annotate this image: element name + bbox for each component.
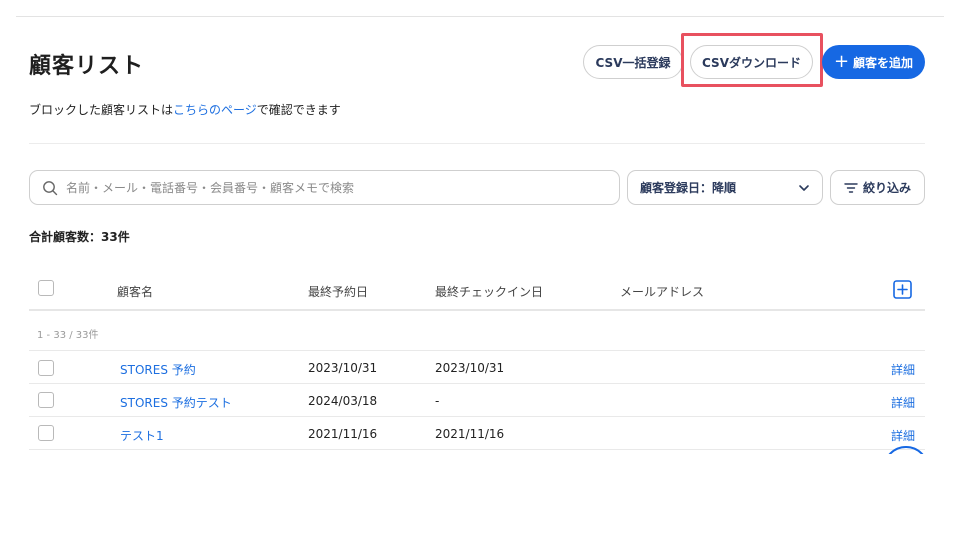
sort-select[interactable]: 顧客登録日：降順	[627, 170, 823, 205]
detail-link[interactable]: 詳細	[891, 394, 915, 411]
last-checkin-date: 2021/11/16	[435, 427, 505, 441]
last-booking-date: 2023/10/31	[308, 361, 378, 375]
column-header-email[interactable]: メールアドレス	[620, 283, 704, 300]
highlight-box	[681, 33, 823, 87]
detail-link[interactable]: 詳細	[891, 361, 915, 378]
last-booking-date: 2024/03/18	[308, 394, 378, 408]
search-icon	[43, 180, 58, 195]
note-prefix: ブロックした顧客リストは	[29, 103, 174, 117]
column-header-name[interactable]: 顧客名	[117, 283, 153, 300]
column-header-last-checkin[interactable]: 最終チェックイン日	[435, 283, 543, 300]
row-divider	[29, 449, 925, 450]
detail-link[interactable]: 詳細	[891, 427, 915, 444]
customer-name-link[interactable]: STORES 予約	[120, 361, 196, 378]
pagination-range: 1 - 33 / 33件	[37, 330, 99, 341]
search-box[interactable]	[29, 170, 620, 205]
add-customer-label: 顧客を追加	[853, 55, 914, 70]
add-customer-button[interactable]: + 顧客を追加	[822, 45, 925, 79]
row-divider	[29, 416, 925, 417]
section-divider	[29, 143, 925, 144]
note-suffix: で確認できます	[256, 103, 341, 117]
row-checkbox[interactable]	[38, 392, 54, 408]
customer-name-link[interactable]: テスト1	[120, 427, 164, 444]
floating-action-button[interactable]	[883, 446, 929, 454]
top-divider	[16, 16, 944, 17]
chevron-down-icon	[799, 184, 809, 191]
row-checkbox[interactable]	[38, 425, 54, 441]
row-checkbox[interactable]	[38, 360, 54, 376]
page-title: 顧客リスト	[29, 54, 145, 79]
customer-name-link[interactable]: STORES 予約テスト	[120, 394, 232, 411]
blocked-list-note: ブロックした顧客リストはこちらのページで確認できます	[29, 101, 341, 118]
search-input[interactable]	[66, 180, 606, 195]
blocked-list-link[interactable]: こちらのページ	[173, 103, 257, 117]
sort-select-label: 顧客登録日：降順	[640, 181, 737, 195]
table-header-divider	[29, 309, 925, 311]
row-divider	[29, 383, 925, 384]
filter-icon	[844, 182, 858, 193]
filter-button[interactable]: 絞り込み	[830, 170, 925, 205]
total-customer-count: 合計顧客数：33件	[29, 230, 130, 244]
select-all-checkbox[interactable]	[38, 280, 54, 296]
last-booking-date: 2021/11/16	[308, 427, 378, 441]
column-header-last-booking[interactable]: 最終予約日	[308, 283, 368, 300]
csv-import-button[interactable]: CSV一括登録	[583, 45, 683, 79]
plus-icon: +	[833, 51, 850, 72]
last-checkin-date: -	[435, 394, 440, 408]
add-column-icon[interactable]	[893, 280, 912, 299]
row-divider	[29, 350, 925, 351]
filter-button-label: 絞り込み	[862, 181, 911, 195]
last-checkin-date: 2023/10/31	[435, 361, 505, 375]
